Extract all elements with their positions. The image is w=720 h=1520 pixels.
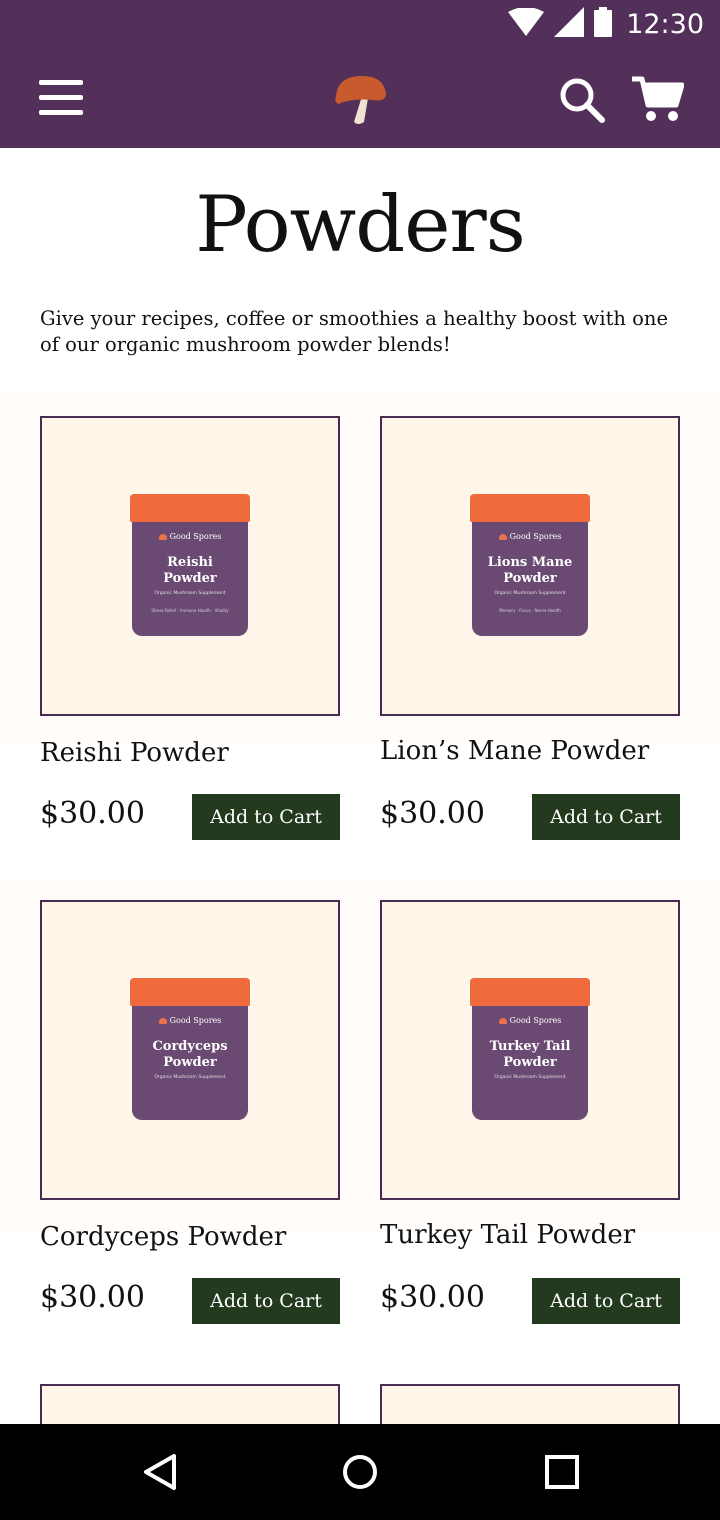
menu-icon[interactable] bbox=[36, 74, 86, 122]
status-icons: 12:30 bbox=[508, 6, 704, 42]
status-time: 12:30 bbox=[626, 8, 704, 40]
jar-brand: Good Spores bbox=[158, 532, 221, 541]
jar-tags: Stress Relief · Immune Health · Vitality bbox=[151, 608, 229, 613]
jar-brand: Good Spores bbox=[498, 532, 561, 541]
wifi-icon bbox=[508, 7, 545, 40]
page-title: Powders bbox=[195, 180, 525, 270]
battery-icon bbox=[594, 7, 613, 41]
product-price: $30.00 bbox=[380, 796, 485, 831]
jar-lid bbox=[130, 494, 250, 522]
jar-subtitle: Organic Mushroom Supplement bbox=[154, 591, 226, 596]
home-icon[interactable] bbox=[336, 1448, 384, 1496]
product-name[interactable]: Lion’s Mane Powder bbox=[380, 736, 680, 766]
add-to-cart-button[interactable]: Add to Cart bbox=[192, 1278, 340, 1324]
product-image[interactable]: Good Spores Lions Mane Powder Organic Mus… bbox=[380, 416, 680, 716]
cart-icon[interactable] bbox=[630, 72, 686, 126]
add-to-cart-button[interactable]: Add to Cart bbox=[192, 794, 340, 840]
product-name[interactable]: Cordyceps Powder bbox=[40, 1222, 340, 1252]
jar-name: Reishi Powder bbox=[163, 555, 217, 586]
product-price: $30.00 bbox=[380, 1280, 485, 1315]
product-jar: Good Spores Reishi Powder Organic Mushroo… bbox=[130, 494, 250, 638]
jar-label: Good Spores Turkey Tail Powder Organic Mu… bbox=[472, 1006, 588, 1120]
mushroom-icon bbox=[158, 1017, 167, 1024]
signal-icon bbox=[554, 7, 585, 41]
jar-subtitle: Organic Mushroom Supplement bbox=[494, 591, 566, 596]
product-jar: Good Spores Lions Mane Powder Organic Mus… bbox=[470, 494, 590, 638]
add-to-cart-button[interactable]: Add to Cart bbox=[532, 794, 680, 840]
product-jar: Good Spores Cordyceps Powder Organic Mush… bbox=[130, 978, 250, 1122]
product-image[interactable]: Good Spores Reishi Powder Organic Mushroo… bbox=[40, 416, 340, 716]
jar-tags: Memory · Focus · Nerve Health bbox=[499, 608, 561, 613]
mushroom-icon bbox=[498, 533, 507, 540]
jar-lid bbox=[470, 978, 590, 1006]
jar-brand: Good Spores bbox=[158, 1016, 221, 1025]
back-icon[interactable] bbox=[136, 1448, 184, 1496]
jar-label: Good Spores Lions Mane Powder Organic Mus… bbox=[472, 522, 588, 636]
product-price: $30.00 bbox=[40, 796, 145, 831]
jar-name: Lions Mane Powder bbox=[487, 555, 573, 586]
jar-subtitle: Organic Mushroom Supplement bbox=[494, 1075, 566, 1080]
jar-brand: Good Spores bbox=[498, 1016, 561, 1025]
product-image[interactable]: Good Spores Cordyceps Powder Organic Mush… bbox=[40, 900, 340, 1200]
mushroom-icon bbox=[158, 533, 167, 540]
product-name[interactable]: Turkey Tail Powder bbox=[380, 1220, 680, 1250]
app-bar bbox=[0, 48, 720, 148]
product-jar: Good Spores Turkey Tail Powder Organic Mu… bbox=[470, 978, 590, 1122]
mushroom-icon bbox=[498, 1017, 507, 1024]
product-image[interactable]: Good Spores Turkey Tail Powder Organic Mu… bbox=[380, 900, 680, 1200]
search-icon[interactable] bbox=[556, 74, 608, 126]
jar-lid bbox=[130, 978, 250, 1006]
recents-icon[interactable] bbox=[538, 1448, 586, 1496]
page-intro: Give your recipes, coffee or smoothies a… bbox=[40, 307, 669, 356]
system-nav-bar bbox=[0, 1424, 720, 1520]
product-price: $30.00 bbox=[40, 1280, 145, 1315]
add-to-cart-button[interactable]: Add to Cart bbox=[532, 1278, 680, 1324]
jar-label: Good Spores Cordyceps Powder Organic Mush… bbox=[132, 1006, 248, 1120]
jar-name: Cordyceps Powder bbox=[152, 1039, 228, 1070]
jar-label: Good Spores Reishi Powder Organic Mushroo… bbox=[132, 522, 248, 636]
mushroom-logo[interactable] bbox=[330, 72, 390, 128]
jar-name: Turkey Tail Powder bbox=[489, 1039, 571, 1070]
product-name[interactable]: Reishi Powder bbox=[40, 738, 340, 768]
jar-lid bbox=[470, 494, 590, 522]
jar-subtitle: Organic Mushroom Supplement bbox=[154, 1075, 226, 1080]
status-bar: 12:30 bbox=[0, 0, 720, 48]
